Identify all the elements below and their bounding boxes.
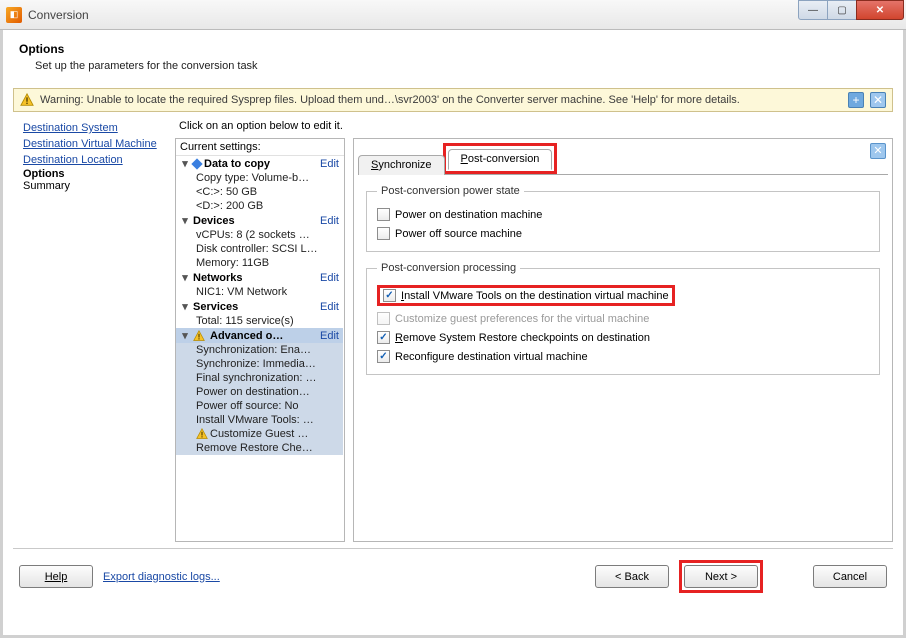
fieldset-processing: Post-conversion processing Install VMwar… <box>366 262 880 375</box>
legend-power-state: Post-conversion power state <box>377 185 524 197</box>
group-devices[interactable]: ▾ Devices Edit <box>176 213 343 228</box>
checkbox-reconfigure[interactable] <box>377 350 390 363</box>
window-title: Conversion <box>28 8 89 22</box>
checkbox-remove-restore[interactable] <box>377 331 390 344</box>
fieldset-power-state: Post-conversion power state Power on des… <box>366 185 880 252</box>
group-data-to-copy[interactable]: ▾ Data to copy Edit <box>176 156 343 171</box>
setting-item[interactable]: Synchronization: Ena… <box>176 343 343 357</box>
group-label: Networks <box>193 272 243 284</box>
warning-plus-button[interactable]: + <box>848 92 864 108</box>
next-button[interactable]: Next > <box>684 565 758 588</box>
group-advanced[interactable]: ▾ Advanced o… Edit <box>176 328 343 343</box>
setting-item[interactable]: Final synchronization: … <box>176 371 343 385</box>
maximize-button[interactable]: ▢ <box>827 0 857 20</box>
page-subtitle: Set up the parameters for the conversion… <box>19 60 887 72</box>
edit-link[interactable]: Edit <box>320 301 341 313</box>
twisty-icon: ▾ <box>180 157 190 170</box>
setting-item[interactable]: Total: 115 service(s) <box>176 314 343 328</box>
twisty-icon: ▾ <box>180 300 190 313</box>
twisty-icon: ▾ <box>180 329 190 342</box>
setting-item[interactable]: <C:>: 50 GB <box>176 185 343 199</box>
wizard-steps: Destination System Destination Virtual M… <box>13 116 175 542</box>
group-label: Devices <box>193 215 235 227</box>
titlebar: ◧ Conversion — ▢ ✕ <box>0 0 906 30</box>
page-header: Options Set up the parameters for the co… <box>5 32 901 88</box>
diamond-icon <box>191 158 202 169</box>
setting-item[interactable]: vCPUs: 8 (2 sockets … <box>176 228 343 242</box>
checkbox-power-off[interactable] <box>377 227 390 240</box>
app-icon: ◧ <box>6 7 22 23</box>
edit-link[interactable]: Edit <box>320 215 341 227</box>
setting-item[interactable]: Copy type: Volume-b… <box>176 171 343 185</box>
edit-link[interactable]: Edit <box>320 330 341 342</box>
highlight-box: Install VMware Tools on the destination … <box>377 285 675 306</box>
setting-item[interactable]: Power on destination… <box>176 385 343 399</box>
step-options: Options <box>23 168 169 180</box>
settings-header: Current settings: <box>176 139 344 156</box>
step-destination-vm[interactable]: Destination Virtual Machine <box>23 136 169 152</box>
group-label: Data to copy <box>204 158 270 170</box>
group-services[interactable]: ▾ Services Edit <box>176 299 343 314</box>
warning-close-button[interactable]: ✕ <box>870 92 886 108</box>
group-label: Services <box>193 301 238 313</box>
back-button[interactable]: < Back <box>595 565 669 588</box>
setting-item[interactable]: NIC1: VM Network <box>176 285 343 299</box>
label-reconfigure: Reconfigure destination virtual machine <box>395 351 588 363</box>
setting-item[interactable]: <D:>: 200 GB <box>176 199 343 213</box>
minimize-button[interactable]: — <box>798 0 828 20</box>
warning-text: Warning: Unable to locate the required S… <box>40 94 842 106</box>
highlight-box: Post-conversion <box>443 143 558 174</box>
checkbox-customize-guest <box>377 312 390 325</box>
label-install-vmware-tools: Install VMware Tools on the destination … <box>401 290 669 302</box>
edit-link[interactable]: Edit <box>320 158 341 170</box>
settings-panel: Current settings: ▾ Data to copy Edit Co… <box>175 138 345 542</box>
export-diagnostic-link[interactable]: Export diagnostic logs... <box>103 571 220 583</box>
setting-item[interactable]: Install VMware Tools: … <box>176 413 343 427</box>
setting-item[interactable]: Power off source: No <box>176 399 343 413</box>
detail-panel: ✕ Synchronize Post-conversion Post-conve… <box>353 138 893 542</box>
warning-icon <box>20 93 34 107</box>
twisty-icon: ▾ <box>180 214 190 227</box>
checkbox-power-on[interactable] <box>377 208 390 221</box>
tab-synchronize[interactable]: Synchronize <box>358 155 445 175</box>
highlight-box: Next > <box>679 560 763 593</box>
instruction-text: Click on an option below to edit it. <box>175 116 893 138</box>
tab-post-conversion[interactable]: Post-conversion <box>448 149 553 170</box>
help-button[interactable]: Help <box>19 565 93 588</box>
label-customize-guest: Customize guest preferences for the virt… <box>395 313 649 325</box>
twisty-icon: ▾ <box>180 271 190 284</box>
page-title: Options <box>19 42 887 56</box>
checkbox-install-vmware-tools[interactable] <box>383 289 396 302</box>
step-destination-location[interactable]: Destination Location <box>23 152 169 168</box>
warning-icon <box>193 330 205 342</box>
setting-item[interactable]: Disk controller: SCSI L… <box>176 242 343 256</box>
close-button[interactable]: ✕ <box>856 0 904 20</box>
footer: Help Export diagnostic logs... < Back Ne… <box>5 550 901 603</box>
step-destination-system[interactable]: Destination System <box>23 120 169 136</box>
cancel-button[interactable]: Cancel <box>813 565 887 588</box>
setting-item[interactable]: Synchronize: Immedia… <box>176 357 343 371</box>
settings-list[interactable]: ▾ Data to copy Edit Copy type: Volume-b…… <box>176 156 344 541</box>
label-power-off: Power off source machine <box>395 228 522 240</box>
legend-processing: Post-conversion processing <box>377 262 520 274</box>
step-summary: Summary <box>23 180 169 192</box>
edit-link[interactable]: Edit <box>320 272 341 284</box>
group-networks[interactable]: ▾ Networks Edit <box>176 270 343 285</box>
label-remove-restore: Remove System Restore checkpoints on des… <box>395 332 650 344</box>
setting-item[interactable]: Remove Restore Che… <box>176 441 343 455</box>
warning-bar: Warning: Unable to locate the required S… <box>13 88 893 112</box>
tabs: Synchronize Post-conversion <box>358 143 888 175</box>
warning-icon <box>196 428 208 440</box>
label-power-on: Power on destination machine <box>395 209 542 221</box>
setting-item[interactable]: Customize Guest … <box>176 427 343 441</box>
setting-item[interactable]: Memory: 11GB <box>176 256 343 270</box>
group-label: Advanced o… <box>210 330 283 342</box>
